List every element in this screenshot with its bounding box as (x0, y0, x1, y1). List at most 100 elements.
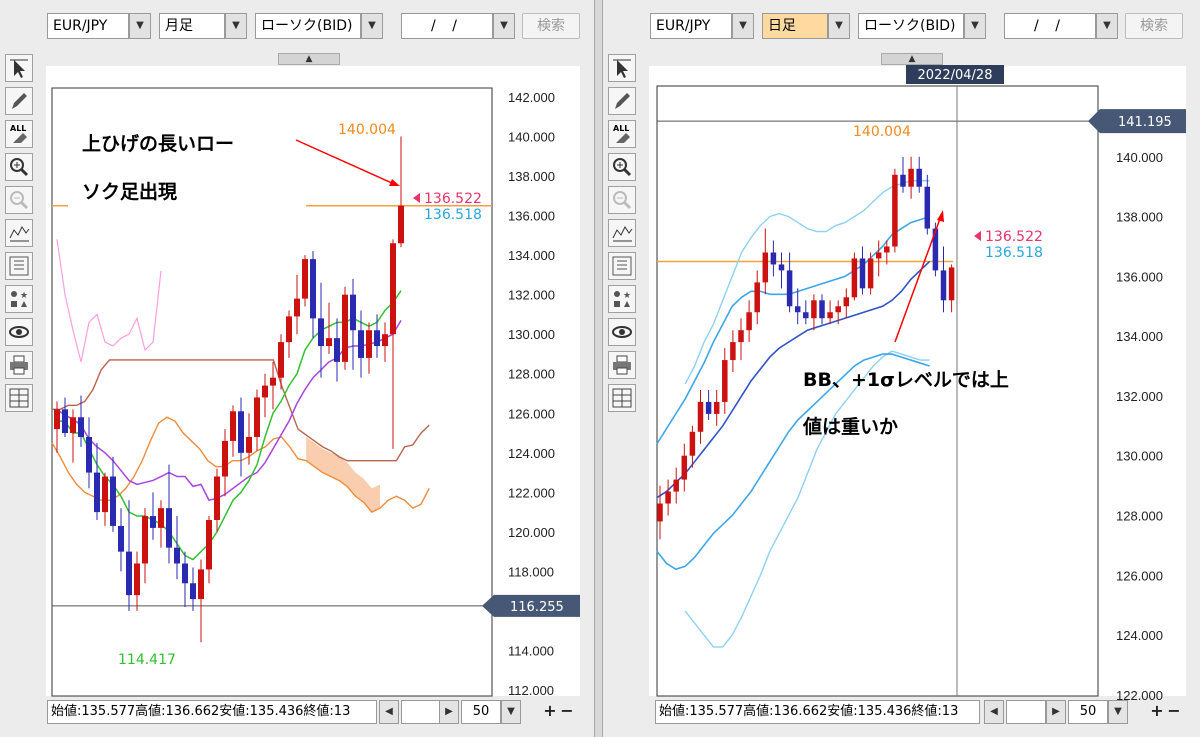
candle-body (908, 168, 914, 187)
candle-body (150, 516, 156, 528)
candle-body (722, 360, 728, 402)
candle-body (382, 334, 388, 347)
scroll-left-icon[interactable]: ◀ (379, 700, 399, 724)
candle-body (102, 476, 108, 513)
annotation-line-2: 値は重いか (802, 416, 898, 438)
y-tick-label: 112.000 (508, 683, 554, 698)
candle-body (94, 472, 100, 513)
y-tick-label: 134.000 (1116, 329, 1163, 344)
candle-body (126, 551, 132, 596)
y-tick-label: 132.000 (508, 288, 555, 303)
scroll-track[interactable] (1006, 700, 1046, 724)
bar-count-input[interactable]: 50 (461, 700, 501, 724)
candle-body (851, 258, 858, 298)
candle-body (238, 411, 244, 453)
candle-body (754, 282, 760, 313)
candle-body (174, 547, 180, 564)
candle-body (843, 297, 850, 307)
status-bar: 始値:135.577高値:136.662安値:135.436終値:13 ◀ ▶ … (655, 700, 1195, 724)
daily-chart[interactable]: 140.000 138.000 136.000 134.000 132.000 130.0… (603, 0, 1200, 700)
candle-body (689, 431, 696, 456)
y-tick-label: 140.000 (508, 130, 555, 145)
y-tick-label: 138.000 (1116, 210, 1163, 225)
status-bar: 始値:135.577高値:136.662安値:135.436終値:13 ◀ ▶ … (47, 700, 587, 724)
candle-body (158, 508, 164, 528)
y-tick-label: 132.000 (1116, 389, 1163, 404)
y-tick-label: 120.000 (508, 525, 555, 540)
candle-body (713, 401, 720, 414)
high-price-label: 140.004 (338, 122, 396, 138)
candle-body (867, 258, 874, 289)
zoom-minus-icon[interactable]: − (559, 700, 575, 724)
y-tick-label: 124.000 (1116, 628, 1163, 643)
y-tick-label: 122.000 (508, 485, 555, 500)
candle-body (835, 306, 841, 313)
chevron-down-icon[interactable]: ▼ (501, 700, 521, 724)
candle-body (657, 503, 663, 522)
annotation-line-1: BB、+1σレベルでは上 (803, 369, 1009, 391)
bar-count-input[interactable]: 50 (1068, 700, 1108, 724)
y-tick-label: 136.000 (508, 209, 555, 224)
candle-body (892, 174, 898, 247)
candle-body (302, 259, 308, 299)
candle-body (819, 300, 825, 319)
candle-body (62, 409, 68, 434)
y-tick-label: 134.000 (508, 248, 555, 263)
candle-body (222, 440, 228, 477)
candle-body (246, 436, 252, 453)
candle-body (875, 252, 882, 259)
candle-body (762, 252, 769, 283)
candle-body (673, 479, 679, 492)
high-price-label: 140.004 (853, 124, 911, 140)
candle-body (310, 259, 316, 319)
monthly-chart[interactable]: 142.000 140.000 138.000 136.000 134.000 132.0… (0, 0, 594, 700)
candle-body (778, 264, 785, 271)
candle-body (811, 300, 817, 319)
candle-body (948, 267, 955, 301)
bid-price-label: 136.522 (985, 229, 1043, 245)
zoom-plus-icon[interactable]: + (542, 700, 558, 724)
y-tick-label: 140.000 (1116, 150, 1163, 165)
candle-body (746, 312, 752, 331)
y-tick-label: 114.000 (508, 643, 554, 658)
candle-body (940, 270, 947, 301)
y-tick-label: 130.000 (508, 327, 555, 342)
plot-frame (51, 87, 493, 697)
candle-body (859, 258, 866, 289)
candle-body (198, 569, 204, 600)
candle-body (884, 246, 890, 253)
chart-pane-monthly: EUR/JPY ▼ 月足 ▼ ローソク(BID) ▼ / / ▼ 検索 ▲ AL… (0, 0, 594, 737)
y-tick-label: 136.000 (1116, 269, 1163, 284)
ask-price-label: 136.518 (985, 245, 1043, 261)
candle-body (286, 316, 292, 343)
candle-body (230, 411, 236, 441)
scroll-left-icon[interactable]: ◀ (984, 700, 1004, 724)
candle-body (142, 516, 148, 564)
cursor-price-label: 141.195 (1118, 115, 1172, 130)
zoom-minus-icon[interactable]: − (1166, 700, 1182, 724)
candle-body (730, 342, 736, 361)
candle-body (206, 520, 212, 570)
candle-body (270, 377, 276, 386)
zoom-plus-icon[interactable]: + (1149, 700, 1165, 724)
scroll-right-icon[interactable]: ▶ (439, 700, 459, 724)
y-tick-label: 142.000 (508, 90, 555, 105)
chevron-down-icon[interactable]: ▼ (1108, 700, 1128, 724)
y-tick-label: 130.000 (1116, 449, 1163, 464)
y-tick-label: 126.000 (508, 406, 555, 421)
candle-body (794, 306, 801, 313)
candle-body (665, 491, 671, 504)
annotation-line-2: ソク足出現 (82, 180, 177, 203)
candle-body (681, 455, 688, 480)
ohlc-readout: 始値:135.577高値:136.662安値:135.436終値:13 (47, 700, 377, 724)
candle-body (254, 397, 260, 437)
y-tick-label: 124.000 (508, 446, 555, 461)
y-tick-label: 118.000 (508, 564, 554, 579)
candle-body (70, 417, 76, 434)
y-tick-label: 122.000 (1116, 688, 1163, 700)
y-tick-label: 126.000 (1116, 568, 1163, 583)
pane-divider[interactable] (594, 0, 603, 737)
annotation-line-1: 上ひげの長いロー (82, 133, 234, 155)
scroll-right-icon[interactable]: ▶ (1046, 700, 1066, 724)
candle-body (342, 294, 348, 362)
